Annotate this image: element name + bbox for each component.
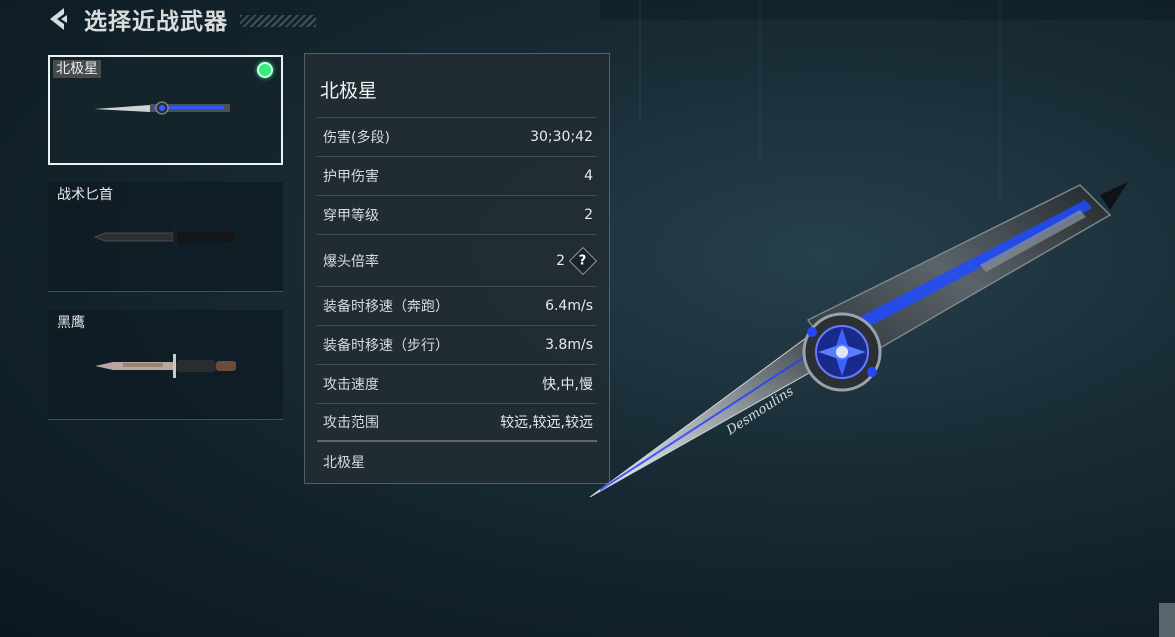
weapon-detail-panel: 北极星 伤害(多段) 30;30;42 护甲伤害 4 穿甲等级 2 爆头倍率 2…	[304, 53, 610, 484]
stat-label: 穿甲等级	[323, 208, 379, 224]
black-hawk-knife-thumbnail	[95, 354, 236, 378]
header: 选择近战武器	[44, 2, 316, 36]
stat-label: 伤害(多段)	[323, 130, 390, 146]
scrollbar[interactable]	[1159, 603, 1175, 637]
page-title: 选择近战武器	[84, 9, 228, 35]
weapon-card-polaris[interactable]: 北极星	[48, 55, 283, 165]
stat-label: 装备时移速（奔跑）	[323, 299, 449, 315]
stat-label: 攻击速度	[323, 377, 379, 393]
footer-divider	[317, 440, 597, 442]
stat-row-headshot: 爆头倍率 2 ?	[317, 234, 598, 286]
title-decoration	[240, 15, 316, 27]
stat-row-armor-damage: 护甲伤害 4	[317, 156, 597, 195]
weapon-name: 战术匕首	[57, 187, 113, 203]
hero-knife-render: Desmoulins	[589, 182, 1128, 498]
tactical-dagger-thumbnail	[93, 227, 235, 247]
back-arrow-icon	[50, 8, 67, 30]
stat-label: 装备时移速（步行）	[323, 338, 449, 354]
detail-title: 北极星	[320, 80, 378, 102]
stat-label: 爆头倍率	[323, 253, 379, 270]
weapon-card-black-hawk[interactable]: 黑鹰	[48, 310, 283, 420]
stat-value: 2	[556, 252, 565, 269]
stat-row-damage: 伤害(多段) 30;30;42	[317, 117, 597, 156]
weapon-name: 北极星	[53, 60, 101, 78]
stat-label: 护甲伤害	[323, 169, 379, 185]
stat-label: 攻击范围	[323, 415, 379, 431]
back-button[interactable]	[44, 4, 74, 34]
stat-row-attack-speed: 攻击速度 快,中,慢	[317, 364, 597, 403]
weapon-name: 黑鹰	[57, 315, 85, 331]
weapon-card-tactical-dagger[interactable]: 战术匕首	[48, 182, 283, 292]
stat-row-attack-range: 攻击范围 较远,较远,较远	[317, 403, 597, 440]
stat-row-penetration: 穿甲等级 2	[317, 195, 597, 234]
polaris-knife-thumbnail	[94, 101, 238, 115]
weapon-description: 北极星	[323, 455, 365, 471]
equipped-indicator	[257, 62, 273, 78]
stat-row-run-speed: 装备时移速（奔跑） 6.4m/s	[317, 286, 597, 325]
stat-row-walk-speed: 装备时移速（步行） 3.8m/s	[317, 325, 597, 364]
stat-value: 30;30;42	[530, 129, 593, 145]
